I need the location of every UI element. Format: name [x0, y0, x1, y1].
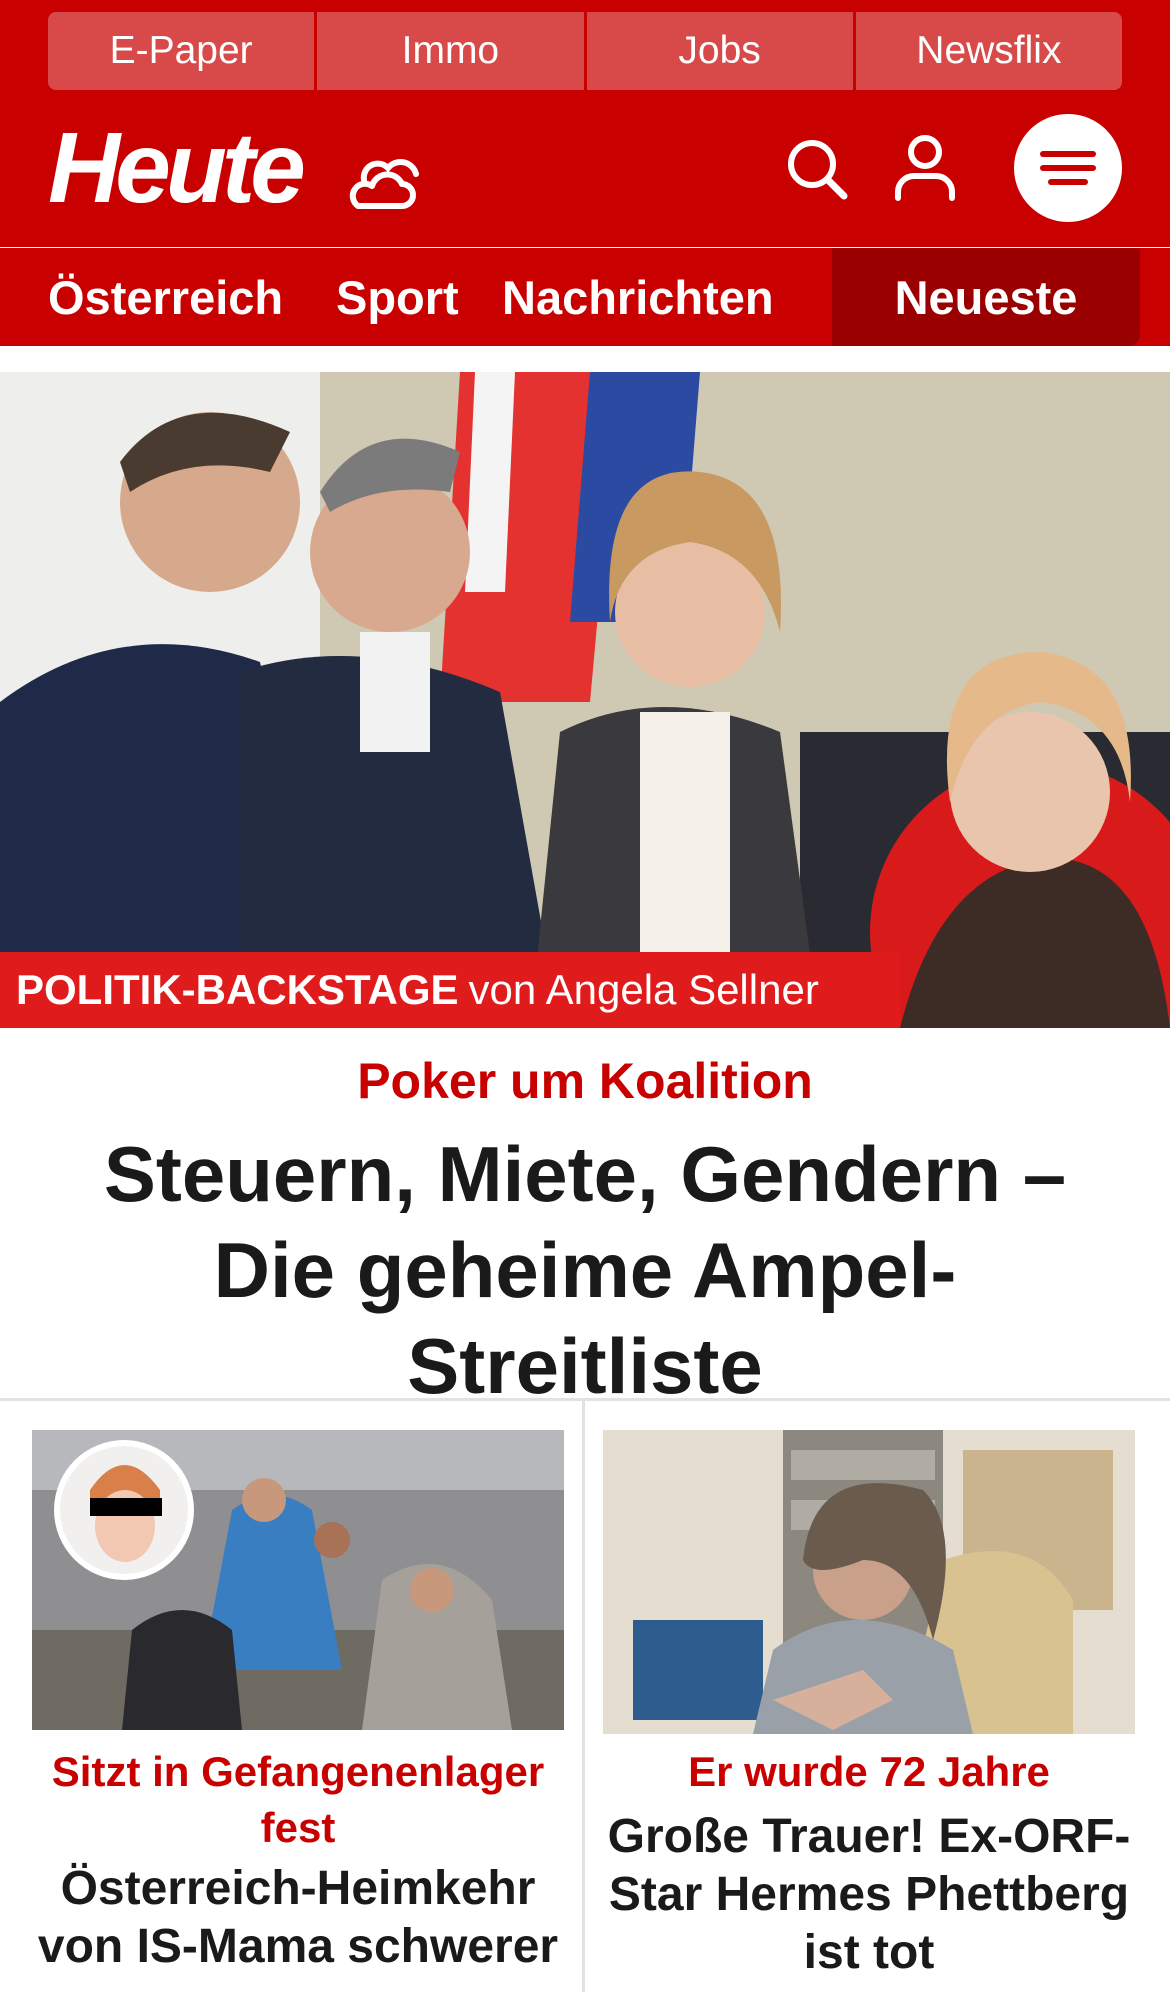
hero-kicker[interactable]: Poker um Koalition	[0, 1052, 1170, 1110]
card-1-image[interactable]	[32, 1430, 564, 1730]
search-icon[interactable]	[784, 136, 850, 202]
hero-image[interactable]	[0, 372, 1170, 1028]
card-2-headline[interactable]: Große Trauer! Ex-ORF-Star Hermes Phettbe…	[603, 1808, 1135, 1982]
nav-item-oesterreich[interactable]: Österreich	[48, 248, 283, 346]
section-divider	[0, 1398, 1170, 1401]
top-link-epaper[interactable]: E-Paper	[48, 12, 318, 90]
card-1-kicker[interactable]: Sitzt in Gefangenenlager fest	[32, 1744, 564, 1856]
nav-item-sport[interactable]: Sport	[336, 248, 459, 346]
hero-banner-bold: POLITIK-BACKSTAGE	[16, 966, 459, 1013]
menu-button[interactable]	[1014, 114, 1122, 222]
site-logo[interactable]: Heute	[48, 118, 306, 218]
top-link-immo[interactable]: Immo	[317, 12, 587, 90]
card-1-headline[interactable]: Österreich-Heimkehr von IS-Mama schwerer	[24, 1860, 572, 1976]
weather-cloud-icon[interactable]	[344, 140, 422, 218]
site-header: E-Paper Immo Jobs Newsflix Heute	[0, 0, 1170, 247]
menu-icon	[1040, 151, 1096, 185]
card-2-kicker[interactable]: Er wurde 72 Jahre	[603, 1744, 1135, 1800]
hero-headline[interactable]: Steuern, Miete, Gendern – Die geheime Am…	[40, 1126, 1130, 1414]
nav-item-nachrichten[interactable]: Nachrichten	[502, 248, 774, 346]
hero-banner-label: POLITIK-BACKSTAGE von Angela Sellner	[16, 952, 819, 1028]
top-link-jobs[interactable]: Jobs	[586, 12, 856, 90]
card-2-image[interactable]	[603, 1430, 1135, 1734]
nav-item-neueste[interactable]: Neueste	[832, 248, 1140, 346]
top-link-newsflix[interactable]: Newsflix	[855, 12, 1122, 90]
hero-banner-author: von Angela Sellner	[468, 966, 819, 1013]
top-links-bar: E-Paper Immo Jobs Newsflix	[48, 12, 1122, 90]
column-divider	[582, 1401, 585, 1992]
user-icon[interactable]	[890, 132, 960, 202]
